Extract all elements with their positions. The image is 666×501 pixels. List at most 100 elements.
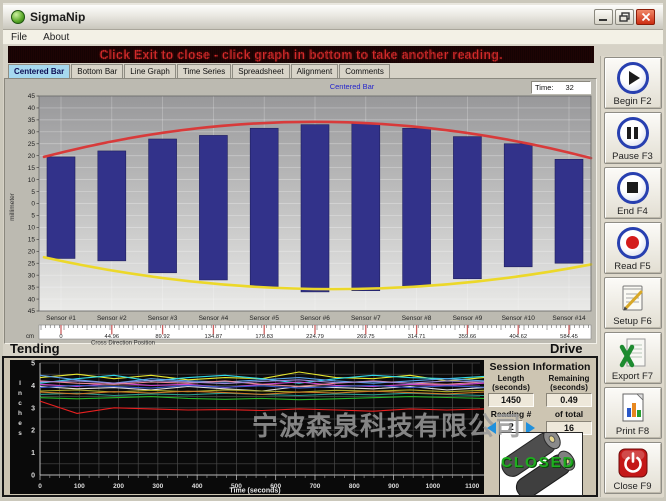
svg-text:2: 2 bbox=[31, 428, 35, 435]
begin-f2-button[interactable]: Begin F2 bbox=[604, 57, 662, 109]
svg-text:359.66: 359.66 bbox=[459, 334, 477, 340]
trend-chart[interactable]: 0100200300400500600700800900100011000123… bbox=[10, 360, 484, 494]
tab-bottom-bar[interactable]: Bottom Bar bbox=[71, 64, 123, 78]
export-f7-button[interactable]: Export F7 bbox=[604, 332, 662, 384]
svg-text:900: 900 bbox=[388, 483, 399, 490]
stop-icon bbox=[617, 170, 649, 206]
title-bar: SigmaNip bbox=[3, 5, 663, 30]
pause-icon bbox=[617, 115, 649, 151]
remaining-value: 0.49 bbox=[546, 393, 592, 407]
svg-text:300: 300 bbox=[152, 483, 163, 490]
svg-text:30: 30 bbox=[28, 272, 36, 279]
svg-text:5: 5 bbox=[31, 189, 35, 196]
power-icon bbox=[617, 445, 649, 481]
svg-text:Sensor #3: Sensor #3 bbox=[148, 315, 178, 322]
tab-centered-bar[interactable]: Centered Bar bbox=[8, 64, 70, 78]
nip-status-image: CLOSED bbox=[499, 432, 583, 496]
tab-spreadsheet[interactable]: Spreadsheet bbox=[232, 64, 289, 78]
svg-text:20: 20 bbox=[28, 248, 36, 255]
sidebar-button-label: End F4 bbox=[617, 206, 648, 217]
svg-text:Time (seconds): Time (seconds) bbox=[229, 488, 280, 495]
end-f4-button[interactable]: End F4 bbox=[604, 167, 662, 219]
svg-text:c: c bbox=[18, 400, 22, 407]
svg-text:404.62: 404.62 bbox=[509, 334, 527, 340]
svg-text:3: 3 bbox=[31, 405, 35, 412]
banner-text: Click Exit to close - click graph in bot… bbox=[99, 48, 502, 62]
svg-text:Cross Direction Position: Cross Direction Position bbox=[91, 341, 155, 346]
svg-text:20: 20 bbox=[28, 153, 36, 160]
svg-text:45: 45 bbox=[28, 308, 36, 315]
session-title: Session Information bbox=[482, 361, 598, 373]
message-banner: Click Exit to close - click graph in bot… bbox=[8, 46, 594, 63]
setup-f6-button[interactable]: Setup F6 bbox=[604, 277, 662, 329]
svg-text:35: 35 bbox=[28, 284, 36, 291]
pause-f3-button[interactable]: Pause F3 bbox=[604, 112, 662, 164]
excel-icon bbox=[618, 335, 648, 371]
svg-text:e: e bbox=[18, 420, 22, 427]
centered-bar-panel: 45403530252015105051015202530354045milli… bbox=[4, 78, 597, 344]
svg-text:1: 1 bbox=[31, 450, 35, 457]
svg-text:Sensor #4: Sensor #4 bbox=[199, 315, 229, 322]
sidebar-button-label: Pause F3 bbox=[612, 151, 653, 162]
close-icon bbox=[641, 12, 651, 22]
svg-text:Sensor #2: Sensor #2 bbox=[97, 315, 127, 322]
svg-text:200: 200 bbox=[113, 483, 124, 490]
svg-text:Sensor #1: Sensor #1 bbox=[46, 315, 76, 322]
tab-comments[interactable]: Comments bbox=[339, 64, 390, 78]
close-f9-button[interactable]: Close F9 bbox=[604, 442, 662, 494]
svg-text:5: 5 bbox=[31, 361, 35, 368]
sidebar-button-label: Begin F2 bbox=[613, 96, 651, 107]
centered-bar-chart: 45403530252015105051015202530354045milli… bbox=[5, 79, 598, 345]
menu-file[interactable]: File bbox=[11, 32, 27, 43]
tab-line-graph[interactable]: Line Graph bbox=[124, 64, 176, 78]
svg-text:45: 45 bbox=[28, 93, 36, 100]
restore-icon bbox=[619, 12, 630, 22]
print-f8-button[interactable]: Print F8 bbox=[604, 387, 662, 439]
svg-text:134.87: 134.87 bbox=[205, 334, 223, 340]
tab-time-series[interactable]: Time Series bbox=[177, 64, 231, 78]
svg-text:15: 15 bbox=[28, 237, 36, 244]
svg-text:s: s bbox=[18, 430, 22, 437]
svg-text:15: 15 bbox=[28, 165, 36, 172]
svg-text:10: 10 bbox=[28, 177, 36, 184]
svg-text:4: 4 bbox=[31, 383, 35, 390]
svg-text:40: 40 bbox=[28, 296, 36, 303]
sidebar-button-label: Close F9 bbox=[613, 481, 651, 492]
svg-text:0: 0 bbox=[31, 201, 35, 208]
svg-text:224.79: 224.79 bbox=[306, 334, 324, 340]
tab-alignment[interactable]: Alignment bbox=[291, 64, 339, 78]
tending-label: Tending bbox=[10, 341, 60, 356]
trend-section: 0100200300400500600700800900100011000123… bbox=[2, 356, 598, 497]
close-button[interactable] bbox=[636, 9, 655, 25]
svg-text:179.83: 179.83 bbox=[255, 334, 273, 340]
svg-text:Sensor #7: Sensor #7 bbox=[351, 315, 381, 322]
minimize-button[interactable] bbox=[594, 9, 613, 25]
reading-prev-button[interactable] bbox=[487, 422, 496, 434]
read-f5-button[interactable]: Read F5 bbox=[604, 222, 662, 274]
svg-text:Sensor #5: Sensor #5 bbox=[249, 315, 279, 322]
play-icon bbox=[617, 60, 649, 96]
tab-bar: Centered BarBottom BarLine GraphTime Ser… bbox=[8, 64, 391, 78]
restore-button[interactable] bbox=[615, 9, 634, 25]
drive-label: Drive bbox=[550, 341, 583, 356]
svg-text:314.71: 314.71 bbox=[408, 334, 426, 340]
sidebar-button-label: Setup F6 bbox=[613, 316, 652, 327]
menu-about[interactable]: About bbox=[43, 32, 69, 43]
sidebar-button-label: Export F7 bbox=[612, 371, 653, 382]
length-label: Length (seconds) bbox=[482, 374, 540, 392]
sidebar-button-label: Read F5 bbox=[614, 261, 650, 272]
svg-text:269.75: 269.75 bbox=[357, 334, 375, 340]
svg-text:35: 35 bbox=[28, 117, 36, 124]
window-title: SigmaNip bbox=[30, 10, 85, 24]
svg-text:1000: 1000 bbox=[426, 483, 441, 490]
svg-text:Sensor #8: Sensor #8 bbox=[402, 315, 432, 322]
minimize-icon bbox=[598, 13, 609, 22]
svg-text:h: h bbox=[18, 410, 22, 417]
menu-bar: File About bbox=[3, 30, 663, 45]
svg-text:0: 0 bbox=[59, 334, 62, 340]
svg-text:30: 30 bbox=[28, 129, 36, 136]
svg-text:Sensor #14: Sensor #14 bbox=[552, 315, 586, 322]
length-value: 1450 bbox=[488, 393, 534, 407]
svg-text:5: 5 bbox=[31, 213, 35, 220]
window-controls bbox=[594, 9, 663, 25]
